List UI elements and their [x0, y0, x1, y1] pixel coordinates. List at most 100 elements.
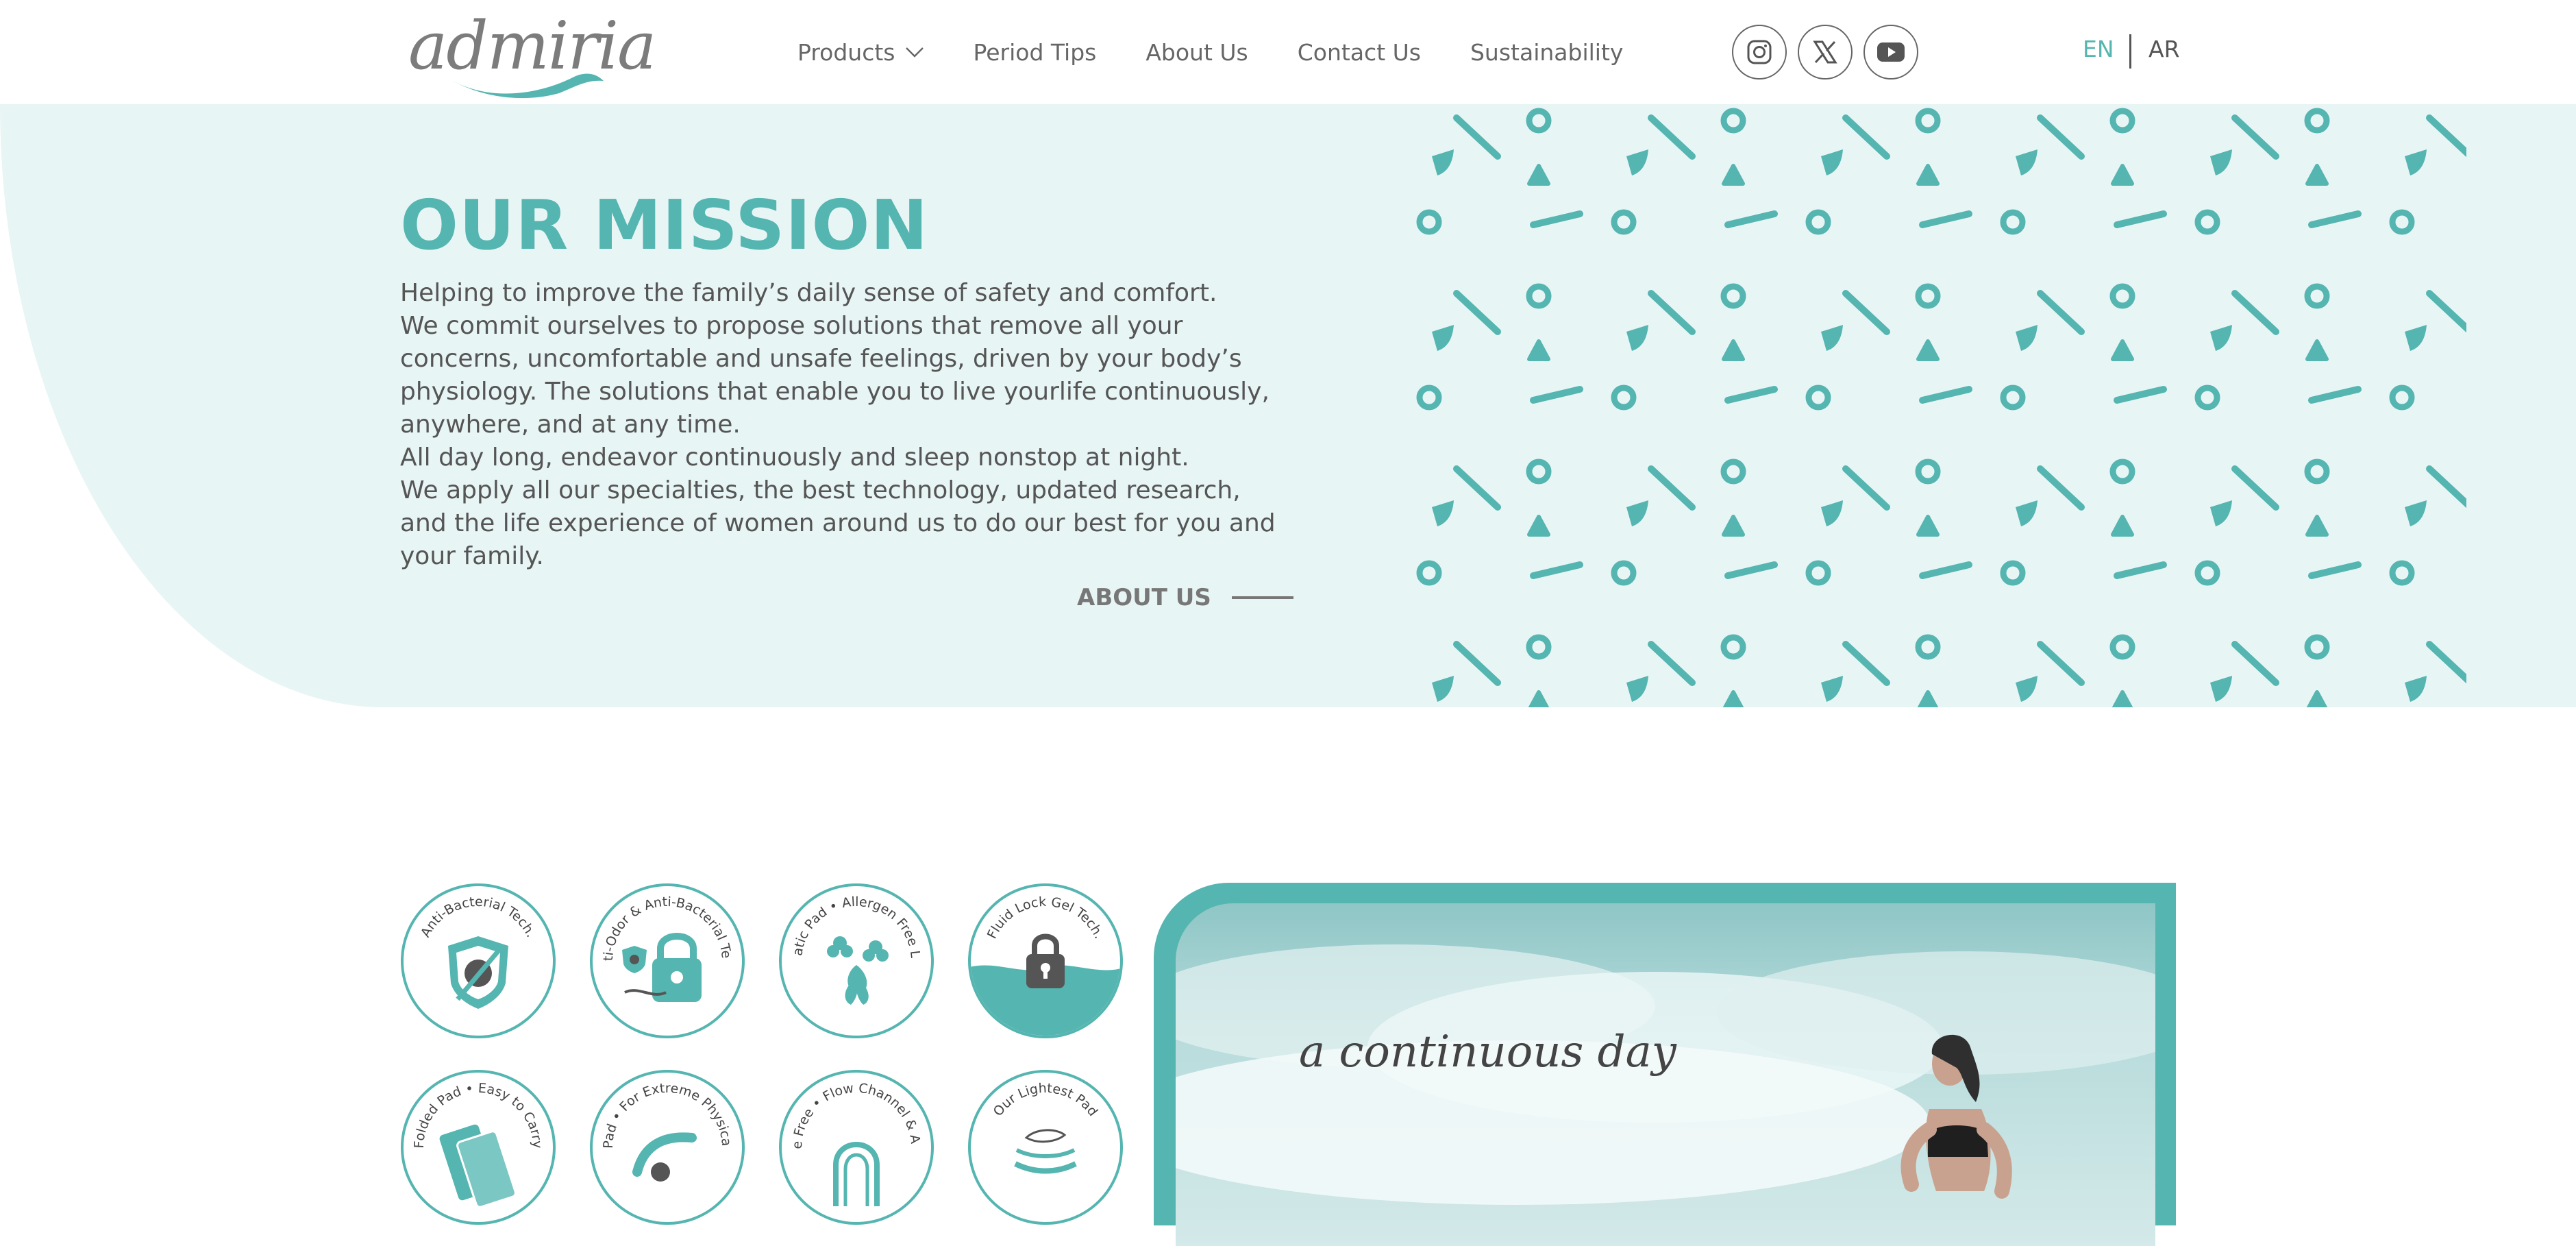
pattern-dash [1919, 386, 1972, 404]
pattern-ring [2194, 384, 2220, 411]
badge-anti-odor[interactable]: Anti-Odor & Anti-Bacterial Tech. [585, 871, 745, 1039]
pattern-drop [1821, 149, 1843, 175]
pattern-triangle [2111, 515, 2134, 537]
pattern-ring [2109, 108, 2135, 134]
nav-contact-us-label: Contact Us [1297, 38, 1421, 66]
pattern-slash [1453, 114, 1501, 160]
pattern-triangle [2305, 164, 2329, 186]
youtube-button[interactable] [1863, 25, 1918, 80]
badge-leakage-free[interactable]: Leakage Free • Flow Channel & Anti Leak [774, 1058, 934, 1225]
pattern-triangle [2111, 164, 2134, 186]
pattern-slash [1453, 465, 1501, 511]
pattern-ring [1611, 209, 1637, 235]
pattern-ring [1805, 209, 1831, 235]
pattern-drop [2016, 676, 2038, 702]
pattern-slash [1648, 114, 1696, 160]
badge-lightest-pad[interactable]: Our Lightest Pad [967, 1069, 1124, 1225]
pattern-slash [1453, 290, 1501, 335]
pattern-ring [2194, 560, 2220, 586]
pattern-dash [1919, 210, 1972, 228]
pattern-ring [1915, 459, 1941, 485]
pattern-drop [1432, 676, 1454, 702]
pattern-ring [1526, 108, 1552, 134]
badge-aromatic[interactable]: Aromatic Pad • Allergen Free Lotion [772, 871, 934, 1039]
brand-logo[interactable]: admiria [408, 8, 656, 99]
lang-ar[interactable]: AR [2148, 36, 2180, 62]
promo-banner: a continuous day [1154, 883, 2176, 1246]
pattern-triangle [1722, 164, 1745, 186]
nav-products[interactable]: Products [797, 39, 924, 66]
badge-folded-pad[interactable]: Folded Pad • Easy to Carry [400, 1069, 556, 1225]
pattern-drop [1626, 500, 1648, 526]
pattern-ring [2389, 384, 2415, 411]
pattern-drop [2016, 500, 2038, 526]
pattern-dash [1724, 561, 1778, 579]
flowers-icon: Aromatic Pad • Allergen Free Lotion [772, 871, 934, 1038]
site-header: admiria Products Period Tips About Us Co… [0, 0, 2576, 104]
gel-lock-icon: Fluid Lock Gel Tech. [968, 883, 1123, 1038]
pattern-triangle [2111, 339, 2134, 361]
pattern-triangle [1722, 339, 1745, 361]
pattern-slash [1453, 641, 1501, 686]
pattern-ring [2304, 634, 2330, 660]
badge-fluid-lock[interactable]: Fluid Lock Gel Tech. [967, 883, 1124, 1039]
lang-separator [2129, 34, 2131, 69]
pattern-slash [1648, 290, 1696, 335]
pattern-ring [1526, 634, 1552, 660]
pattern-drop [1432, 500, 1454, 526]
pattern-triangle [2111, 690, 2133, 707]
nav-about-us[interactable]: About Us [1145, 39, 1248, 66]
chevron-down-icon [905, 47, 924, 58]
nav-period-tips[interactable]: Period Tips [974, 39, 1097, 66]
instagram-button[interactable] [1732, 25, 1787, 80]
nav-sustainability[interactable]: Sustainability [1470, 39, 1623, 66]
pattern-drop [2016, 325, 2038, 351]
pattern-drop [2405, 149, 2427, 175]
pattern-triangle [2306, 690, 2328, 707]
pattern-ring [1526, 283, 1552, 309]
pattern-drop [1821, 500, 1843, 526]
pattern-triangle [1722, 690, 1744, 707]
pattern-ring [1611, 560, 1637, 586]
badge-anti-bacterial[interactable]: Anti-Bacterial Tech. [400, 883, 556, 1039]
pattern-dash [2308, 210, 2362, 228]
mission-paragraph: We commit ourselves to propose solutions… [400, 312, 1270, 439]
pattern-slash [2231, 114, 2279, 160]
pattern-ring [1720, 108, 1746, 134]
pattern-ring [1416, 384, 1442, 411]
main-nav: Products Period Tips About Us Contact Us… [797, 32, 1672, 73]
pattern-drop [1626, 676, 1648, 702]
pattern-ring [2194, 209, 2220, 235]
pattern-triangle [1916, 164, 1940, 186]
pattern-triangle [1527, 339, 1550, 361]
flexible-pad-icon: Flexible Pad • For Extreme Physical Acti… [585, 1058, 745, 1225]
pattern-drop [1626, 325, 1648, 351]
pattern-ring [2000, 560, 2026, 586]
about-us-link[interactable]: ABOUT US [1077, 584, 1293, 611]
pattern-triangle [1527, 164, 1550, 186]
pattern-slash [2231, 641, 2279, 686]
pattern-ring [1915, 283, 1941, 309]
pattern-slash [2037, 465, 2085, 511]
pattern-slash [1842, 641, 1890, 686]
pattern-ring [1720, 634, 1746, 660]
promo-tagline: a continuous day [1299, 1027, 1676, 1077]
logo-swoosh-icon [453, 73, 604, 99]
pattern-drop [1821, 325, 1843, 351]
pattern-ring [2304, 108, 2330, 134]
mission-paragraph: Helping to improve the family’s daily se… [400, 279, 1217, 307]
folded-pad-icon: Folded Pad • Easy to Carry [401, 1070, 556, 1225]
lang-en[interactable]: EN [2083, 36, 2114, 62]
badge-flexible-pad[interactable]: Flexible Pad • For Extreme Physical Acti… [585, 1058, 745, 1225]
pattern-ring [2304, 459, 2330, 485]
nav-contact-us[interactable]: Contact Us [1298, 39, 1421, 66]
pattern-ring [1915, 108, 1941, 134]
pattern-slash [2037, 641, 2085, 686]
pattern-drop [2210, 676, 2232, 702]
pattern-dash [2308, 561, 2362, 579]
pattern-ring [1611, 384, 1637, 411]
x-twitter-button[interactable] [1798, 25, 1853, 80]
promo-image: a continuous day [1176, 903, 2155, 1246]
mission-paragraph: We apply all our specialties, the best t… [400, 476, 1276, 570]
pattern-slash [2426, 465, 2466, 509]
